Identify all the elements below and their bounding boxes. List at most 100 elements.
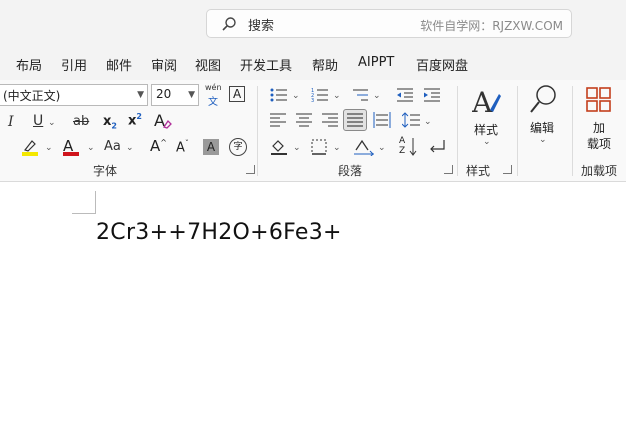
chinese-layout-icon[interactable] xyxy=(354,138,374,156)
font-dialog-launcher-icon[interactable] xyxy=(246,165,255,174)
phonetic-bottom: 文 xyxy=(208,97,218,108)
underline-button[interactable]: U xyxy=(33,114,43,128)
svg-text:A: A xyxy=(472,86,493,118)
enclose-characters-button[interactable]: 字 xyxy=(229,138,247,156)
chevron-down-icon[interactable]: ⌄ xyxy=(424,117,432,127)
svg-text:3: 3 xyxy=(311,98,314,103)
paragraph-group-label: 段落 xyxy=(338,164,363,178)
eraser-icon xyxy=(162,119,172,129)
tab-references[interactable]: 引用 xyxy=(61,55,87,74)
chevron-down-icon[interactable]: ⌄ xyxy=(48,118,56,128)
tab-review[interactable]: 审阅 xyxy=(151,55,177,74)
sort-button[interactable]: A Z xyxy=(399,136,419,158)
numbering-icon[interactable]: 123 xyxy=(311,87,329,103)
addins-button[interactable]: 加 载项 xyxy=(580,86,620,156)
styles-button[interactable]: A 样式 ⌄ xyxy=(466,86,506,152)
highlight-color-bar xyxy=(22,152,38,156)
chevron-down-icon[interactable]: ⌄ xyxy=(292,91,300,101)
decrease-indent-icon[interactable] xyxy=(396,87,414,103)
character-border-button[interactable]: A xyxy=(229,86,245,102)
ribbon-panel: (中文正文) ▼ 20 ▼ wén 文 A I U ⌄ ab x2 x2 A ⌄… xyxy=(0,80,626,182)
watermark-text: 软件自学网：RJZXW.COM xyxy=(420,19,563,33)
sort-a: A xyxy=(399,136,406,146)
chevron-down-icon: ⌄ xyxy=(539,135,547,145)
grow-font-char: A xyxy=(150,137,161,155)
group-divider xyxy=(517,86,518,176)
font-size-select[interactable]: 20 ▼ xyxy=(151,84,199,106)
superscript-2: 2 xyxy=(136,112,142,121)
ribbon-tabs: 布局 引用 邮件 审阅 视图 开发工具 帮助 AIPPT 百度网盘 xyxy=(0,46,626,80)
tab-baidu-netdisk[interactable]: 百度网盘 xyxy=(416,55,468,74)
italic-button[interactable]: I xyxy=(8,115,14,129)
bullets-icon[interactable] xyxy=(270,87,288,103)
margin-corner-mark xyxy=(95,191,96,214)
tab-view[interactable]: 视图 xyxy=(195,55,221,74)
styles-group-label: 样式 xyxy=(466,164,491,178)
editing-button-label: 编辑 xyxy=(530,121,555,135)
tab-help[interactable]: 帮助 xyxy=(312,55,338,74)
chevron-down-icon[interactable]: ⌄ xyxy=(293,143,301,153)
highlight-color-button[interactable] xyxy=(22,138,40,158)
line-spacing-icon[interactable] xyxy=(402,112,420,128)
chevron-down-icon[interactable]: ⌄ xyxy=(378,143,386,153)
change-case-button[interactable]: Aa xyxy=(104,140,121,153)
tab-developer[interactable]: 开发工具 xyxy=(240,55,292,74)
magnifier-icon xyxy=(530,85,556,113)
document-text[interactable]: 2Cr3++7H2O+6Fe3+ xyxy=(96,220,342,245)
font-name-select[interactable]: (中文正文) ▼ xyxy=(0,84,148,106)
phonetic-guide-button[interactable]: wén 文 xyxy=(203,83,223,108)
group-divider xyxy=(457,86,458,176)
font-size-value: 20 xyxy=(156,87,172,101)
show-marks-icon[interactable] xyxy=(428,139,446,155)
shading-bucket-icon[interactable] xyxy=(270,138,288,156)
editing-button[interactable]: 编辑 ⌄ xyxy=(524,84,564,152)
character-shading-button[interactable]: A xyxy=(203,139,219,155)
clear-formatting-button[interactable]: A xyxy=(154,111,172,130)
group-divider xyxy=(257,86,258,176)
shrink-font-char: A xyxy=(176,140,185,156)
search-box[interactable]: 搜索 软件自学网：RJZXW.COM xyxy=(206,9,572,38)
font-color-bar xyxy=(63,152,79,156)
border-char: A xyxy=(233,87,242,101)
phonetic-top: wén xyxy=(205,83,222,92)
paragraph-dialog-launcher-icon[interactable] xyxy=(444,165,453,174)
chevron-down-icon: ⌄ xyxy=(483,137,491,147)
chevron-down-icon[interactable]: ⌄ xyxy=(373,91,381,101)
search-icon xyxy=(222,17,236,31)
justify-button[interactable] xyxy=(343,109,367,131)
styles-icon: A xyxy=(472,86,501,118)
align-right-icon[interactable] xyxy=(322,113,338,127)
addins-icon xyxy=(586,87,611,112)
group-divider xyxy=(572,86,573,176)
font-group-label: 字体 xyxy=(93,164,118,178)
superscript-button[interactable]: x2 xyxy=(128,112,142,128)
tab-mailings[interactable]: 邮件 xyxy=(106,55,132,74)
tab-aippt[interactable]: AIPPT xyxy=(358,55,394,70)
subscript-button[interactable]: x2 xyxy=(103,114,117,131)
tab-layout[interactable]: 布局 xyxy=(16,55,42,74)
addins-group-label: 加载项 xyxy=(581,164,618,178)
multilevel-list-icon[interactable] xyxy=(351,87,369,103)
strikethrough-button[interactable]: ab xyxy=(73,115,89,128)
chevron-down-icon[interactable]: ⌄ xyxy=(333,91,341,101)
chevron-down-icon[interactable]: ⌄ xyxy=(45,143,53,153)
chevron-down-icon[interactable]: ⌄ xyxy=(87,143,95,153)
chevron-down-icon[interactable]: ⌄ xyxy=(333,143,341,153)
title-bar: 搜索 软件自学网：RJZXW.COM xyxy=(0,0,626,46)
addins-label-line2: 载项 xyxy=(587,137,612,151)
chevron-down-icon: ▼ xyxy=(188,90,195,100)
grow-font-button[interactable]: A^ xyxy=(150,137,167,155)
borders-icon[interactable] xyxy=(311,139,327,155)
increase-indent-icon[interactable] xyxy=(423,87,441,103)
styles-dialog-launcher-icon[interactable] xyxy=(503,165,512,174)
font-name-value: (中文正文) xyxy=(3,89,61,103)
align-left-icon[interactable] xyxy=(270,113,286,127)
distributed-icon[interactable] xyxy=(373,112,391,128)
font-color-button[interactable]: A xyxy=(63,136,81,158)
align-center-icon[interactable] xyxy=(296,113,312,127)
highlighter-icon xyxy=(24,140,36,152)
subscript-2: 2 xyxy=(111,121,117,131)
search-placeholder: 搜索 xyxy=(248,19,275,34)
shrink-font-button[interactable]: Aˇ xyxy=(176,139,189,155)
chevron-down-icon[interactable]: ⌄ xyxy=(126,143,134,153)
